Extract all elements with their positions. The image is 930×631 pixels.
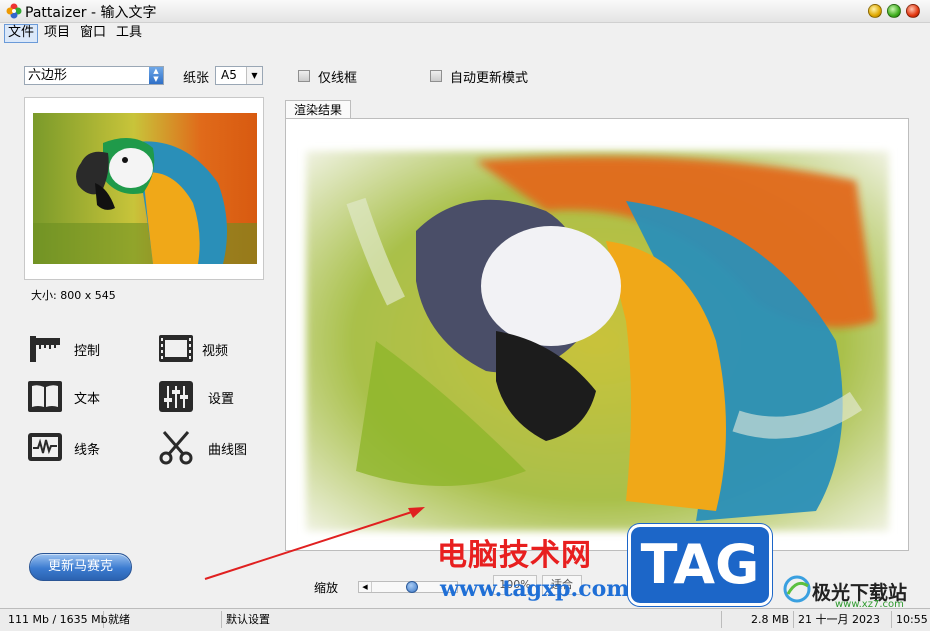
status-date: 21 十一月 2023: [794, 611, 892, 628]
status-memory: 111 Mb / 1635 Mb: [4, 611, 108, 628]
status-preset: 默认设置: [222, 611, 722, 628]
watermark-url: www.tagxp.com: [440, 576, 630, 602]
status-bar: 111 Mb / 1635 Mb 就绪 默认设置 2.8 MB 21 十一月 2…: [0, 608, 930, 631]
status-state: 就绪: [104, 611, 222, 628]
status-time: 10:55: [896, 613, 928, 626]
watermark-brand-logo-icon: [783, 575, 811, 603]
status-file-size: 2.8 MB: [734, 611, 794, 628]
watermark-site-name: 电脑技术网: [437, 538, 592, 573]
watermark-tag-logo: TAG: [628, 524, 772, 606]
